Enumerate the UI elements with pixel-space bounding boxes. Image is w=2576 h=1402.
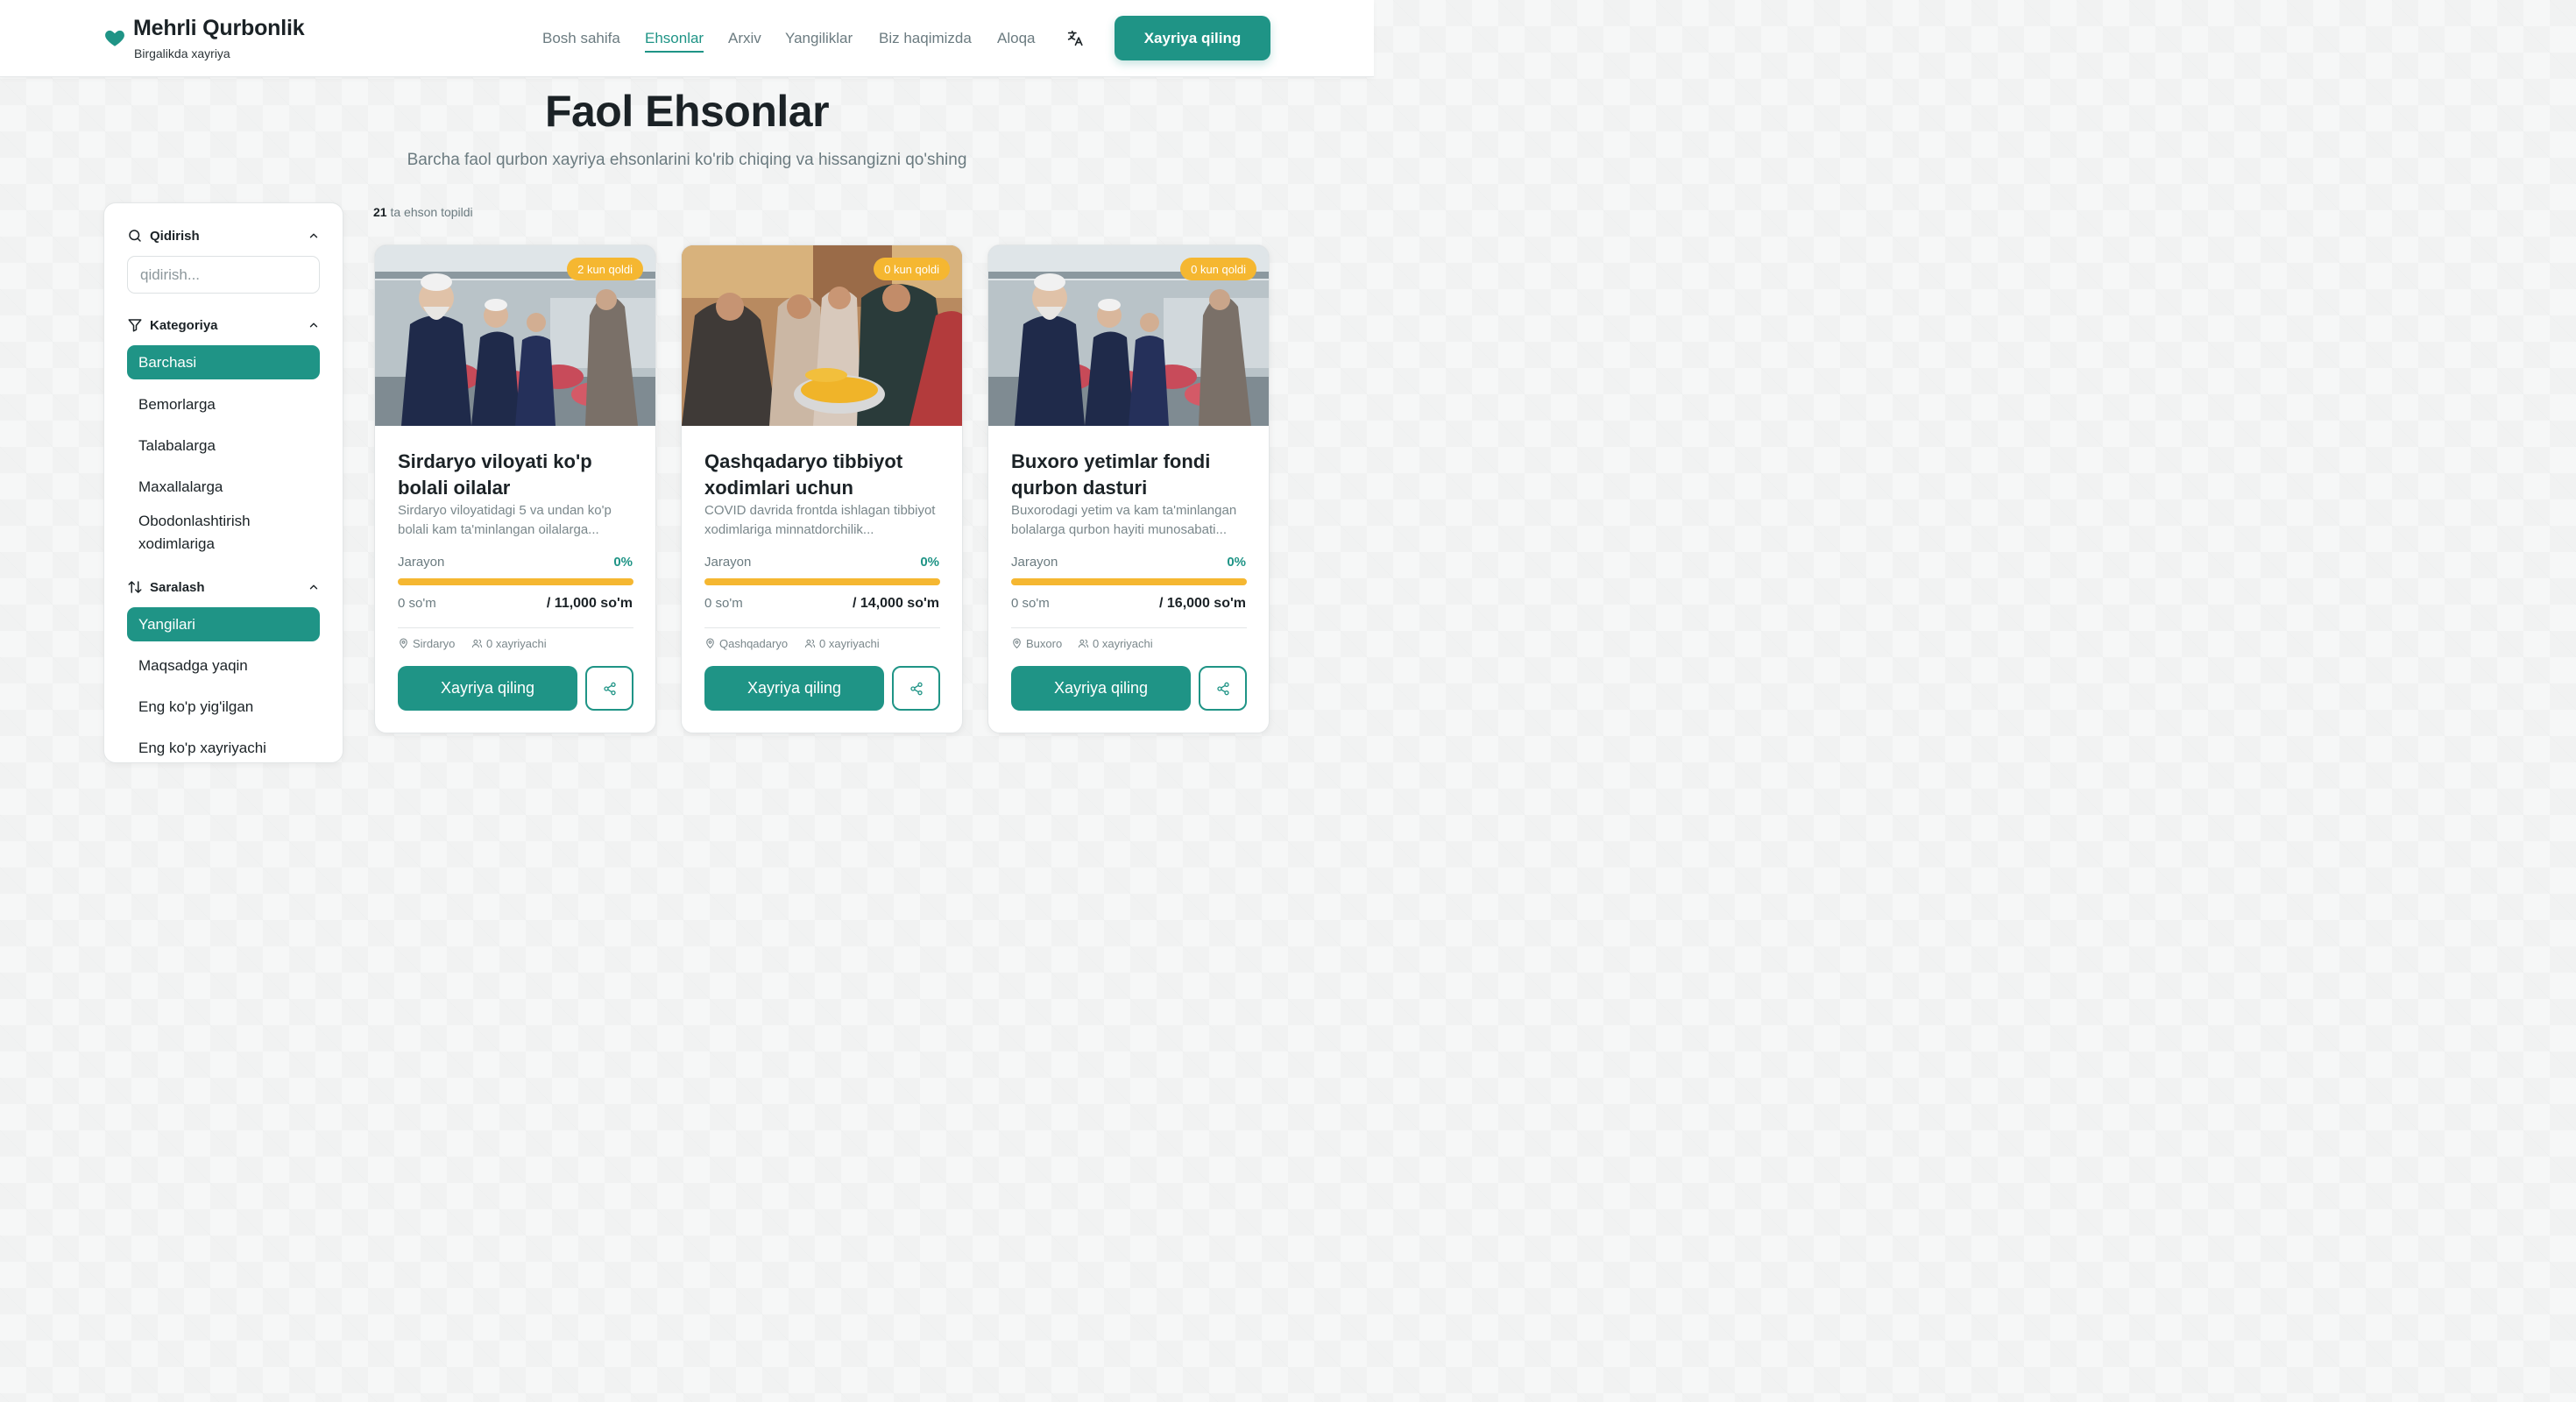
chevron-up-icon[interactable] <box>308 581 320 593</box>
location-meta: Sirdaryo <box>398 637 455 650</box>
share-button[interactable] <box>585 666 633 711</box>
share-icon <box>1216 682 1229 695</box>
nav-contact[interactable]: Aloqa <box>997 30 1035 47</box>
heart-logo-icon[interactable] <box>103 26 126 49</box>
nav-arxiv[interactable]: Arxiv <box>728 30 761 47</box>
donate-button[interactable]: Xayriya qiling <box>1011 666 1191 711</box>
page-subtitle: Barcha faol qurbon xayriya ehsonlarini k… <box>407 151 967 169</box>
map-pin-icon <box>1013 638 1021 649</box>
filter-icon <box>128 319 142 332</box>
share-button[interactable] <box>892 666 940 711</box>
results-count-number: 21 <box>373 205 387 219</box>
header-donate-button[interactable]: Xayriya qiling <box>1115 16 1270 60</box>
donate-button[interactable]: Xayriya qiling <box>704 666 884 711</box>
translate-icon[interactable] <box>1065 29 1085 48</box>
progress-label: Jarayon <box>398 555 445 570</box>
category-option-all[interactable]: Barchasi <box>127 345 320 379</box>
card-divider <box>1011 627 1247 628</box>
campaign-description: Sirdaryo viloyatidagi 5 va undan ko'p bo… <box>398 503 612 537</box>
progress-bar <box>1011 578 1247 585</box>
sort-option-most-raised[interactable]: Eng ko'p yig'ilgan <box>127 690 320 724</box>
days-left-badge: 2 kun qoldi <box>567 258 643 280</box>
nav-ehsonlar[interactable]: Ehsonlar <box>645 30 704 53</box>
progress-label: Jarayon <box>1011 555 1058 570</box>
category-section-label: Kategoriya <box>150 318 218 333</box>
brand-title[interactable]: Mehrli Qurbonlik <box>133 16 305 41</box>
campaign-title[interactable]: Buxoro yetimlar fondi qurbon dasturi <box>1011 449 1252 501</box>
location-text: Qashqadaryo <box>719 637 789 650</box>
map-pin-icon <box>706 638 714 649</box>
search-section-label: Qidirish <box>150 229 200 244</box>
donate-button[interactable]: Xayriya qiling <box>398 666 577 711</box>
map-pin-icon <box>400 638 407 649</box>
category-option-sanitation-workers[interactable]: Obodonlashtirish xodimlariga <box>127 510 320 556</box>
days-left-badge: 0 kun qoldi <box>874 258 950 280</box>
campaign-description: Buxorodagi yetim va kam ta'minlangan bol… <box>1011 503 1237 537</box>
chevron-up-icon[interactable] <box>308 319 320 331</box>
progress-percent: 0% <box>1227 555 1246 570</box>
results-count: 21 ta ehson topildi <box>373 205 473 219</box>
goal-amount: / 16,000 so'm <box>1159 596 1246 611</box>
users-icon <box>1078 639 1089 648</box>
nav-about[interactable]: Biz haqimizda <box>879 30 972 47</box>
sort-option-newest[interactable]: Yangilari <box>127 607 320 641</box>
card-divider <box>398 627 633 628</box>
nav-home[interactable]: Bosh sahifa <box>542 30 620 47</box>
progress-bar <box>398 578 633 585</box>
donors-meta: 0 xayriyachi <box>471 637 547 650</box>
users-icon <box>471 639 483 648</box>
nav-news[interactable]: Yangiliklar <box>785 30 853 47</box>
sort-section-header[interactable]: Saralash <box>127 578 320 598</box>
users-icon <box>804 639 816 648</box>
card-divider <box>704 627 940 628</box>
share-icon <box>603 682 616 695</box>
share-icon <box>909 682 923 695</box>
raised-amount: 0 so'm <box>1011 596 1050 611</box>
category-option-neighborhoods[interactable]: Maxallalarga <box>127 470 320 504</box>
sort-arrows-icon <box>128 581 142 593</box>
goal-amount: / 11,000 so'm <box>546 596 633 611</box>
days-left-badge: 0 kun qoldi <box>1180 258 1256 280</box>
donors-text: 0 xayriyachi <box>486 637 547 650</box>
page-title: Faol Ehsonlar <box>544 87 830 136</box>
progress-percent: 0% <box>920 555 939 570</box>
search-section-header[interactable]: Qidirish <box>127 227 320 246</box>
results-count-label: ta ehson topildi <box>390 205 473 219</box>
donors-meta: 0 xayriyachi <box>1078 637 1153 650</box>
campaign-title[interactable]: Qashqadaryo tibbiyot xodimlari uchun <box>704 449 945 501</box>
filter-sidebar: Qidirish Kategoriya Barchasi Bemorlarga … <box>103 202 343 763</box>
brand-subtitle: Birgalikda xayriya <box>134 46 230 60</box>
location-meta: Qashqadaryo <box>704 637 788 650</box>
category-option-patients[interactable]: Bemorlarga <box>127 387 320 421</box>
location-meta: Buxoro <box>1011 637 1062 650</box>
share-button[interactable] <box>1199 666 1247 711</box>
category-option-students[interactable]: Talabalarga <box>127 428 320 463</box>
campaign-card[interactable]: 0 kun qoldi Qashqadaryo tibbiyot xodimla… <box>681 244 963 733</box>
chevron-up-icon[interactable] <box>308 230 320 242</box>
progress-label: Jarayon <box>704 555 752 570</box>
sort-section-label: Saralash <box>150 580 205 595</box>
raised-amount: 0 so'm <box>704 596 743 611</box>
campaign-title[interactable]: Sirdaryo viloyati ko'p bolali oilalar <box>398 449 639 501</box>
category-section-header[interactable]: Kategoriya <box>127 316 320 336</box>
campaign-card[interactable]: 0 kun qoldi Buxoro yetimlar fondi qurbon… <box>987 244 1270 733</box>
search-input[interactable] <box>127 256 320 294</box>
campaign-card[interactable]: 2 kun qoldi Sirdaryo viloyati ko'p bolal… <box>374 244 656 733</box>
donors-text: 0 xayriyachi <box>1093 637 1153 650</box>
sort-option-most-donors[interactable]: Eng ko'p xayriyachi <box>127 731 320 765</box>
sort-option-closest-goal[interactable]: Maqsadga yaqin <box>127 648 320 683</box>
raised-amount: 0 so'm <box>398 596 436 611</box>
campaign-description: COVID davrida frontda ishlagan tibbiyot … <box>704 503 936 537</box>
goal-amount: / 14,000 so'm <box>853 596 939 611</box>
top-header: Mehrli Qurbonlik Birgalikda xayriya Bosh… <box>0 0 1374 77</box>
search-icon <box>129 230 141 242</box>
location-text: Sirdaryo <box>413 637 456 650</box>
donors-text: 0 xayriyachi <box>819 637 880 650</box>
donors-meta: 0 xayriyachi <box>804 637 880 650</box>
progress-bar <box>704 578 940 585</box>
progress-percent: 0% <box>613 555 633 570</box>
location-text: Buxoro <box>1026 637 1063 650</box>
